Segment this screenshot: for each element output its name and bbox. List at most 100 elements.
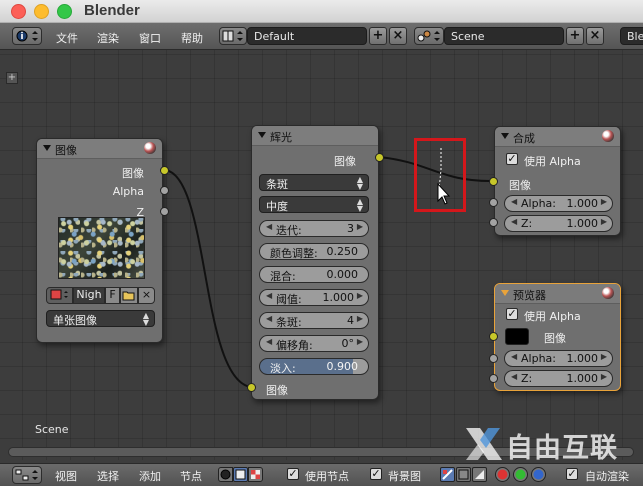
backdrop-alpha-button[interactable] (472, 467, 487, 482)
unlink-image-button[interactable]: × (138, 287, 155, 304)
fade-slider[interactable]: 淡入: 0.900 (259, 358, 369, 375)
backdrop-checkbox[interactable]: ✓ (370, 468, 382, 480)
increment-arrow-icon[interactable]: ▶ (357, 337, 363, 346)
increment-arrow-icon[interactable]: ▶ (357, 291, 363, 300)
decrement-arrow-icon[interactable]: ◀ (511, 197, 517, 206)
image-browse-button[interactable] (46, 287, 73, 304)
composite-alpha-field[interactable]: ◀ Alpha: 1.000 ▶ (504, 195, 613, 212)
composite-use-alpha-checkbox[interactable]: ✓ (506, 153, 518, 165)
link-image-to-glare (164, 169, 252, 388)
viewer-z-field[interactable]: ◀ Z: 1.000 ▶ (504, 370, 613, 387)
color-modulation-label: 颜色调整: (270, 247, 318, 260)
backdrop-rgb-button[interactable] (456, 467, 471, 482)
menu-select[interactable]: 选择 (97, 468, 119, 484)
scene-label: Scene (35, 423, 69, 436)
glare-output-socket[interactable] (375, 153, 384, 162)
shader-nodes-button[interactable] (218, 467, 233, 482)
image-source-dropdown[interactable]: 单张图像 ▲ ▼ (46, 310, 155, 327)
red-channel-button[interactable] (495, 467, 510, 482)
green-channel-button[interactable] (513, 467, 528, 482)
node-editor-icon (15, 469, 38, 481)
z-output-socket[interactable] (160, 207, 169, 216)
composite-use-alpha-label: 使用 Alpha (524, 155, 581, 168)
viewer-color-swatch[interactable] (505, 328, 529, 345)
image-rgb-alpha-icon (442, 469, 453, 480)
alpha-output-socket[interactable] (160, 186, 169, 195)
texture-nodes-button[interactable] (248, 467, 263, 482)
decrement-arrow-icon[interactable]: ◀ (266, 291, 272, 300)
increment-arrow-icon[interactable]: ▶ (357, 314, 363, 323)
fake-user-button[interactable]: F (105, 287, 120, 304)
composite-node-header[interactable]: 合成 (495, 127, 620, 147)
color-modulation-field[interactable]: 颜色调整: 0.250 (259, 243, 369, 260)
glare-input-socket[interactable] (247, 383, 256, 392)
increment-arrow-icon[interactable]: ▶ (601, 217, 607, 226)
image-name-field[interactable]: Nigh (73, 287, 105, 304)
menu-view[interactable]: 视图 (55, 468, 77, 484)
increment-arrow-icon[interactable]: ▶ (601, 372, 607, 381)
use-nodes-checkbox[interactable]: ✓ (287, 468, 299, 480)
increment-arrow-icon[interactable]: ▶ (601, 197, 607, 206)
mix-field[interactable]: 混合: 0.000 (259, 266, 369, 283)
node-editor-header: 视图 选择 添加 节点 ✓ 使用节点 ✓ 背景图 ✓ 自动渲染 (0, 463, 643, 486)
composite-z-value: 1.000 (566, 217, 599, 230)
backdrop-rgb-alpha-button[interactable] (440, 467, 455, 482)
checker-texture-icon (251, 470, 260, 479)
collapse-triangle-icon[interactable] (43, 145, 51, 151)
decrement-arrow-icon[interactable]: ◀ (511, 372, 517, 381)
viewer-node-header[interactable]: 预览器 (495, 284, 620, 304)
decrement-arrow-icon[interactable]: ◀ (266, 337, 272, 346)
image-node-header[interactable]: 图像 (37, 139, 162, 159)
menu-add[interactable]: 添加 (139, 468, 161, 484)
collapse-triangle-icon[interactable] (501, 290, 509, 296)
glare-node[interactable]: 辉光 图像 条斑 ▲ ▼ 中度 ▲ ▼ ◀ 迭代: 3 ▶ 颜色调整: 0.250 … (251, 125, 379, 400)
composite-alpha-socket[interactable] (489, 198, 498, 207)
alpha-output-label: Alpha (112, 185, 144, 198)
preview-sphere-icon[interactable] (144, 142, 156, 154)
image-source-value: 单张图像 (53, 314, 97, 327)
image-node[interactable]: 图像 图像 Alpha Z Nigh F × 单张图像 ▲ ▼ (36, 138, 163, 343)
composite-image-socket[interactable] (489, 177, 498, 186)
compositing-nodes-button[interactable] (233, 467, 248, 482)
viewer-z-socket[interactable] (489, 374, 498, 383)
composite-z-field[interactable]: ◀ Z: 1.000 ▶ (504, 215, 613, 232)
composite-node[interactable]: 合成 ✓ 使用 Alpha 图像 ◀ Alpha: 1.000 ▶ ◀ Z: 1… (494, 126, 621, 236)
decrement-arrow-icon[interactable]: ◀ (511, 352, 517, 361)
menu-node[interactable]: 节点 (180, 468, 202, 484)
collapse-triangle-icon[interactable] (501, 133, 509, 139)
open-image-button[interactable] (120, 287, 138, 304)
viewer-image-socket[interactable] (489, 332, 498, 341)
auto-render-checkbox[interactable]: ✓ (566, 468, 578, 480)
viewer-node[interactable]: 预览器 ✓ 使用 Alpha 图像 ◀ Alpha: 1.000 ▶ ◀ Z: … (494, 283, 621, 391)
glare-type-dropdown[interactable]: 条斑 ▲ ▼ (259, 174, 369, 191)
decrement-arrow-icon[interactable]: ◀ (266, 222, 272, 231)
red-circle-icon (497, 469, 508, 480)
viewer-alpha-socket[interactable] (489, 354, 498, 363)
angle-offset-field[interactable]: ◀ 偏移角: 0° ▶ (259, 335, 369, 352)
increment-arrow-icon[interactable]: ▶ (357, 222, 363, 231)
glare-quality-dropdown[interactable]: 中度 ▲ ▼ (259, 196, 369, 213)
image-output-socket[interactable] (160, 166, 169, 175)
backdrop-label: 背景图 (388, 470, 421, 483)
increment-arrow-icon[interactable]: ▶ (601, 352, 607, 361)
viewer-node-title: 预览器 (513, 289, 546, 302)
viewer-use-alpha-checkbox[interactable]: ✓ (506, 308, 518, 320)
decrement-arrow-icon[interactable]: ◀ (511, 217, 517, 226)
image-icon (50, 289, 68, 300)
composite-alpha-value: 1.000 (566, 197, 599, 210)
editor-type-button[interactable] (12, 466, 42, 484)
fade-value: 0.900 (326, 360, 359, 373)
viewer-z-value: 1.000 (566, 372, 599, 385)
watermark-x-logo (466, 428, 502, 460)
viewer-alpha-field[interactable]: ◀ Alpha: 1.000 ▶ (504, 350, 613, 367)
glare-node-header[interactable]: 辉光 (252, 126, 378, 146)
streaks-field[interactable]: ◀ 条斑: 4 ▶ (259, 312, 369, 329)
decrement-arrow-icon[interactable]: ◀ (266, 314, 272, 323)
blue-channel-button[interactable] (531, 467, 546, 482)
iterations-field[interactable]: ◀ 迭代: 3 ▶ (259, 220, 369, 237)
collapse-triangle-icon[interactable] (258, 132, 266, 138)
preview-sphere-icon[interactable] (602, 287, 614, 299)
composite-z-socket[interactable] (489, 218, 498, 227)
preview-sphere-icon[interactable] (602, 130, 614, 142)
threshold-field[interactable]: ◀ 阈值: 1.000 ▶ (259, 289, 369, 306)
